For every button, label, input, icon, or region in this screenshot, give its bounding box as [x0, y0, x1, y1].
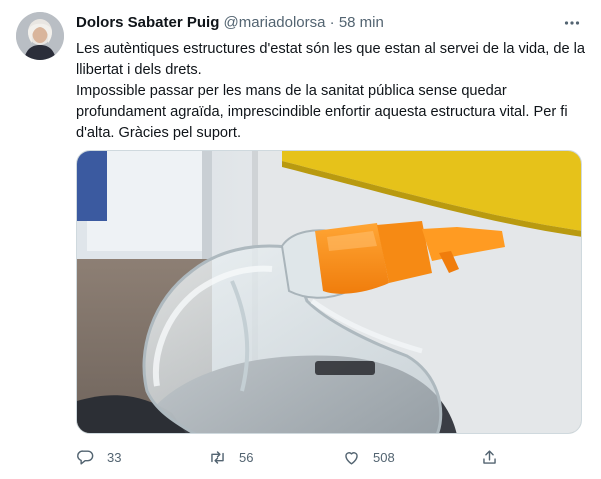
like-button[interactable]: 508 — [342, 445, 395, 469]
author-handle[interactable]: @mariadolorsa — [224, 14, 326, 31]
tweet-header: Dolors Sabater Puig @mariadolorsa · 58 m… — [76, 14, 583, 34]
more-icon[interactable] — [561, 12, 583, 34]
share-button[interactable] — [480, 445, 499, 469]
tweet-card[interactable]: Dolors Sabater Puig @mariadolorsa · 58 m… — [0, 0, 601, 479]
retweet-button[interactable]: 56 — [208, 445, 253, 469]
author-name[interactable]: Dolors Sabater Puig — [76, 14, 219, 31]
reply-count: 33 — [107, 449, 122, 465]
tweet-timestamp[interactable]: 58 min — [339, 14, 384, 31]
tweet-photo[interactable] — [76, 150, 582, 434]
retweet-count: 56 — [239, 449, 254, 465]
reply-button[interactable]: 33 — [76, 445, 121, 469]
reply-icon — [77, 449, 94, 465]
tweet-paragraph-2: Impossible passar per les mans de la san… — [76, 83, 568, 141]
avatar-image — [16, 12, 64, 60]
tweet-paragraph-1: Les autèntiques estructures d'estat són … — [76, 41, 586, 78]
photo-oxygen-mask — [77, 151, 581, 433]
like-count: 508 — [373, 449, 395, 465]
share-icon — [483, 449, 496, 464]
tweet-text: Les autèntiques estructures d'estat són … — [76, 39, 586, 144]
retweet-icon — [211, 450, 224, 464]
separator-dot: · — [329, 14, 335, 31]
tweet-actions: 33 56 508 — [76, 445, 506, 469]
like-icon — [345, 451, 358, 465]
avatar[interactable] — [16, 12, 64, 60]
